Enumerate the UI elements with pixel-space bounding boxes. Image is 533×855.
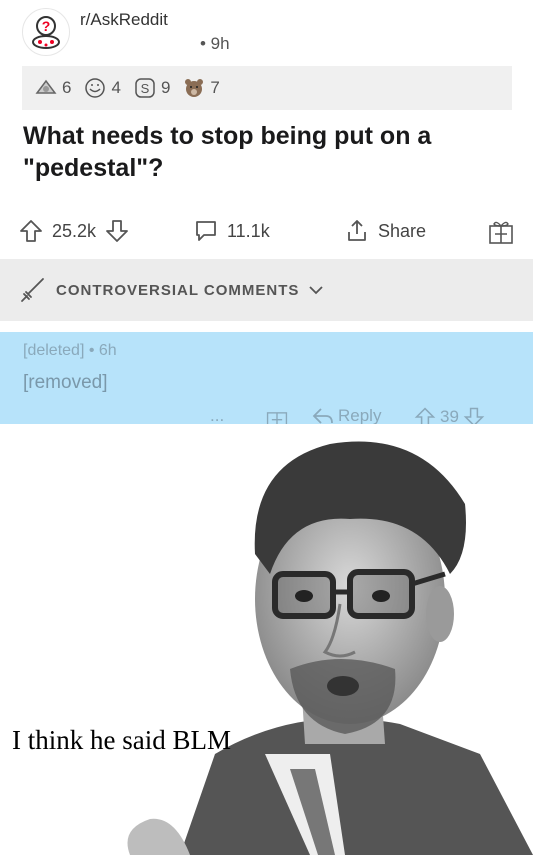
- award-count: 4: [111, 78, 121, 97]
- post-time: • 9h: [200, 34, 230, 53]
- comment-author[interactable]: [deleted]: [23, 342, 84, 359]
- share-label: Share: [378, 220, 427, 241]
- sword-icon: [21, 278, 44, 302]
- meme-image: [0, 424, 533, 855]
- award-laugh[interactable]: 4: [83, 77, 121, 99]
- comment-icon: [196, 221, 216, 241]
- comment-body: [removed]: [23, 372, 108, 393]
- share-icon: [348, 220, 366, 241]
- award-count: 9: [160, 78, 171, 97]
- post-header: ? r/AskReddit • 9h: [0, 0, 533, 62]
- laugh-award-icon: [85, 78, 106, 98]
- give-award-button[interactable]: [487, 218, 515, 246]
- reply-icon: [312, 408, 333, 424]
- silver-award-icon: [35, 79, 57, 94]
- more-options-button[interactable]: ...: [210, 406, 224, 426]
- subreddit-name[interactable]: r/AskReddit: [80, 10, 168, 30]
- sort-label: CONTROVERSIAL COMMENTS: [56, 281, 300, 299]
- award-silver[interactable]: 6: [34, 77, 71, 99]
- award-count: 6: [62, 78, 72, 97]
- award-count: 7: [210, 78, 220, 97]
- downvote-icon[interactable]: [104, 218, 130, 244]
- cash-award-icon: S: [135, 78, 155, 98]
- vote-group: 25.2k: [18, 218, 130, 244]
- reply-label: Reply: [338, 406, 382, 425]
- comment-count: 11.1k: [227, 220, 270, 241]
- bear-award-icon: [185, 79, 204, 97]
- post-title[interactable]: What needs to stop being put on a "pedes…: [23, 120, 503, 184]
- svg-text:?: ?: [42, 18, 51, 34]
- comment-meta: [deleted] • 6h: [23, 342, 117, 360]
- comments-button[interactable]: 11.1k: [193, 218, 270, 244]
- post-actions: 25.2k 11.1k Share: [0, 208, 533, 254]
- share-button[interactable]: Share: [344, 218, 426, 244]
- upvote-count: 25.2k: [52, 220, 97, 241]
- upvote-icon[interactable]: [18, 218, 44, 244]
- meme-caption: I think he said BLM: [12, 725, 231, 755]
- reply-button[interactable]: Reply: [312, 406, 381, 426]
- chevron-down-icon: [309, 286, 324, 295]
- award-bear[interactable]: 7: [182, 77, 220, 99]
- award-cash[interactable]: S 9: [133, 77, 170, 99]
- svg-text:S: S: [141, 81, 150, 96]
- awards-bar[interactable]: 6 4 S 9 7: [22, 66, 512, 110]
- comment-sort-dropdown[interactable]: CONTROVERSIAL COMMENTS: [0, 259, 533, 321]
- gift-icon: [489, 221, 513, 244]
- comment[interactable]: [deleted] • 6h [removed] ... Reply 39: [0, 332, 533, 429]
- subreddit-avatar-icon[interactable]: ?: [22, 8, 70, 56]
- comment-time: • 6h: [88, 342, 117, 359]
- man-portrait-illustration: [127, 441, 533, 855]
